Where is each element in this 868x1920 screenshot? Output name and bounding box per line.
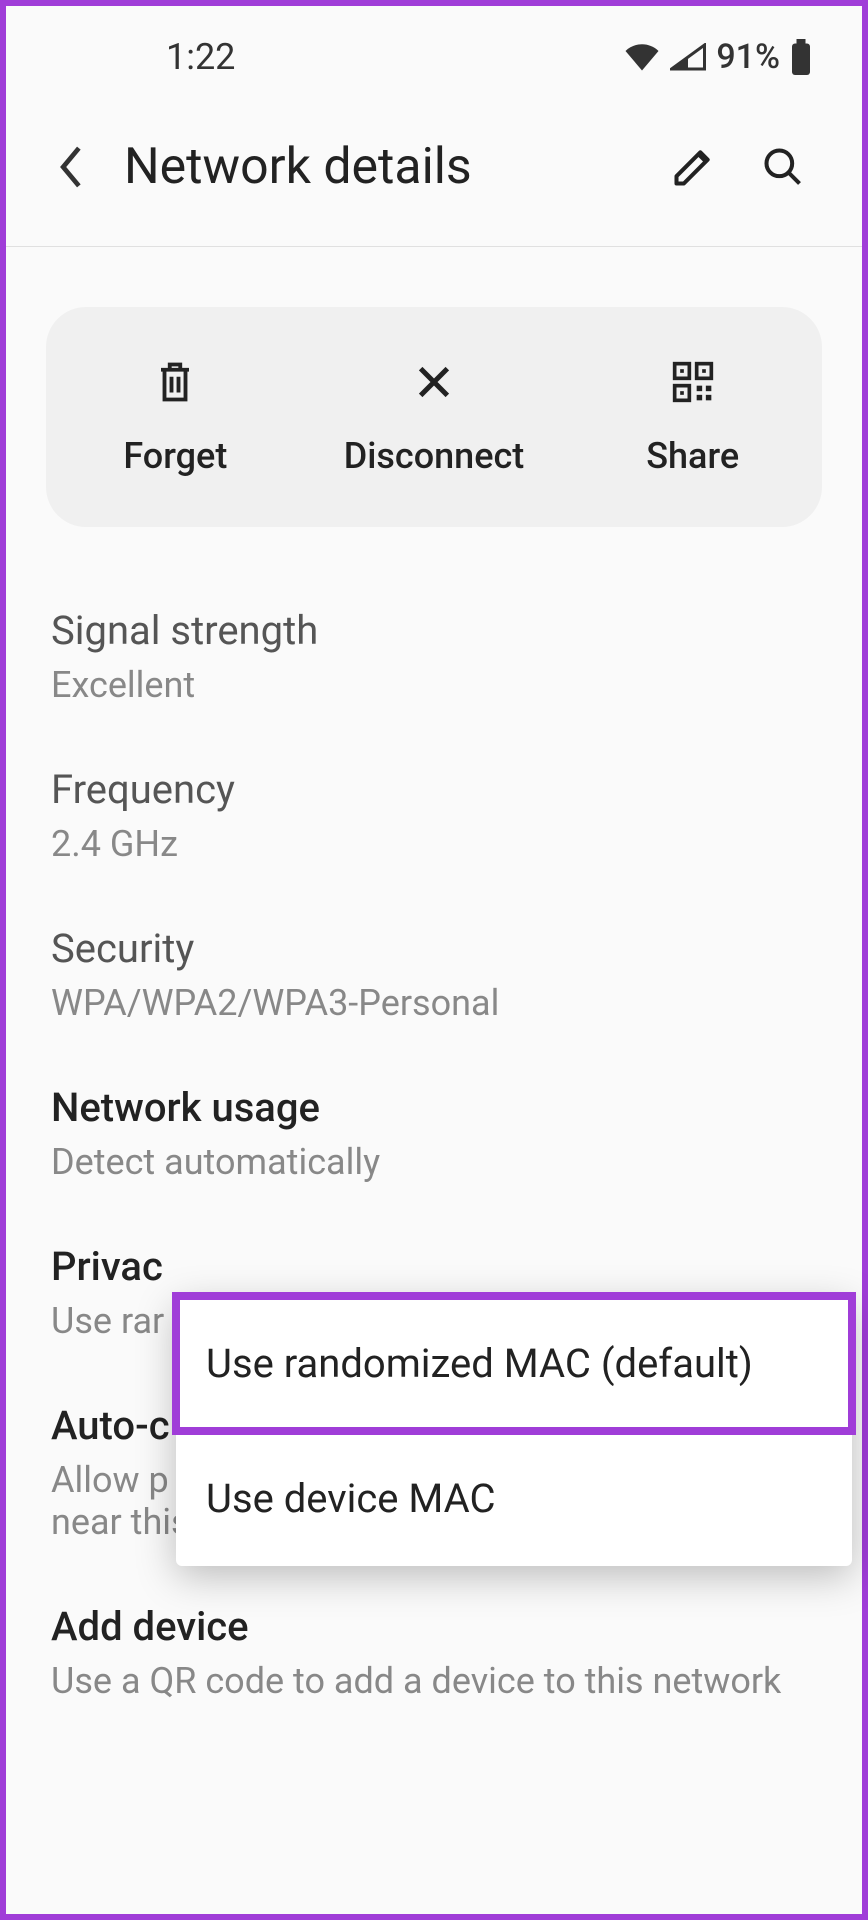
page-title: Network details bbox=[124, 138, 640, 196]
setting-frequency[interactable]: Frequency 2.4 GHz bbox=[51, 766, 817, 865]
qr-icon bbox=[671, 360, 715, 404]
setting-value: 2.4 GHz bbox=[51, 823, 817, 865]
setting-title: Privac bbox=[51, 1243, 817, 1290]
setting-title: Frequency bbox=[51, 766, 817, 813]
disconnect-button[interactable]: Disconnect bbox=[305, 357, 564, 477]
setting-value: WPA/WPA2/WPA3-Personal bbox=[51, 982, 817, 1024]
setting-value: Detect automatically bbox=[51, 1141, 817, 1183]
wifi-icon bbox=[624, 43, 660, 71]
action-row: Forget Disconnect Share bbox=[46, 307, 822, 527]
popup-option-randomized-mac[interactable]: Use randomized MAC (default) bbox=[176, 1296, 852, 1431]
setting-title: Network usage bbox=[51, 1084, 817, 1131]
share-button[interactable]: Share bbox=[563, 357, 822, 477]
close-icon bbox=[414, 362, 454, 402]
setting-signal-strength[interactable]: Signal strength Excellent bbox=[51, 607, 817, 706]
setting-security[interactable]: Security WPA/WPA2/WPA3-Personal bbox=[51, 925, 817, 1024]
battery-icon bbox=[790, 39, 812, 75]
setting-add-device[interactable]: Add device Use a QR code to add a device… bbox=[51, 1603, 817, 1702]
search-icon bbox=[761, 145, 805, 189]
setting-title: Add device bbox=[51, 1603, 817, 1650]
popup-option-device-mac[interactable]: Use device MAC bbox=[176, 1431, 852, 1566]
setting-value: Excellent bbox=[51, 664, 817, 706]
status-right: 91% bbox=[624, 37, 812, 77]
edit-button[interactable] bbox=[668, 142, 718, 192]
battery-percent: 91% bbox=[716, 37, 780, 77]
setting-title: Signal strength bbox=[51, 607, 817, 654]
privacy-popup: Use randomized MAC (default) Use device … bbox=[176, 1296, 852, 1566]
setting-network-usage[interactable]: Network usage Detect automatically bbox=[51, 1084, 817, 1183]
signal-icon bbox=[670, 43, 706, 71]
forget-label: Forget bbox=[123, 435, 227, 477]
status-time: 1:22 bbox=[166, 36, 235, 78]
trash-icon bbox=[154, 359, 196, 405]
disconnect-label: Disconnect bbox=[344, 435, 525, 477]
status-bar: 1:22 91% bbox=[6, 6, 862, 108]
pencil-icon bbox=[671, 145, 715, 189]
setting-title: Security bbox=[51, 925, 817, 972]
header: Network details bbox=[6, 108, 862, 247]
forget-button[interactable]: Forget bbox=[46, 357, 305, 477]
back-button[interactable] bbox=[46, 142, 96, 192]
share-label: Share bbox=[646, 435, 739, 477]
setting-value: Use a QR code to add a device to this ne… bbox=[51, 1660, 817, 1702]
chevron-left-icon bbox=[57, 145, 85, 189]
search-button[interactable] bbox=[758, 142, 808, 192]
